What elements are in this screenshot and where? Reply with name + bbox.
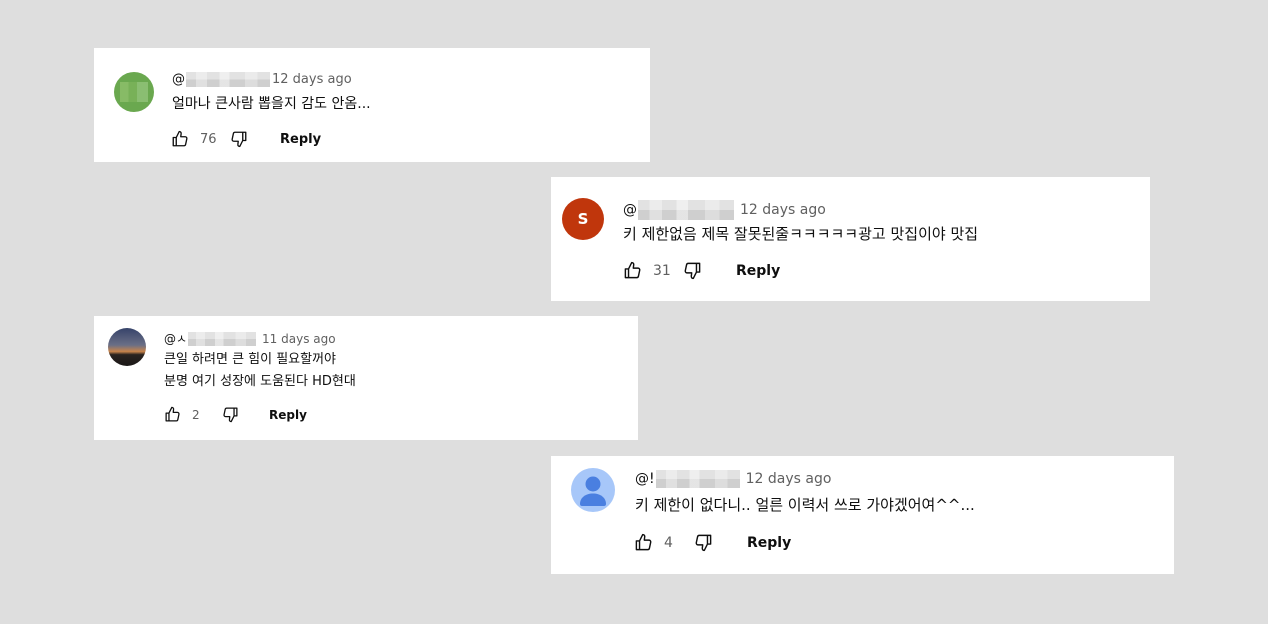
like-count: 2	[192, 407, 200, 422]
redacted-username	[638, 200, 734, 220]
comment-header: @ 12 days ago	[623, 200, 826, 220]
timestamp[interactable]: 12 days ago	[740, 202, 826, 218]
dislike-button[interactable]	[694, 533, 713, 552]
comment-line: 얼마나 큰사람 뽑을지 감도 안옴...	[172, 96, 371, 112]
redacted-username	[655, 470, 740, 488]
author-handle[interactable]: @ㅅ	[164, 330, 187, 347]
avatar[interactable]	[571, 468, 615, 512]
comment-actions: 76 Reply	[171, 130, 321, 148]
avatar-letter: S	[577, 210, 589, 228]
thumbs-up-icon	[165, 406, 180, 422]
default-user-icon	[580, 476, 606, 506]
thumbs-down-icon	[231, 131, 247, 148]
timestamp[interactable]: 12 days ago	[272, 72, 352, 87]
comment-text: 얼마나 큰사람 뽑을지 감도 안옴...	[172, 93, 371, 115]
like-button[interactable]	[171, 130, 189, 148]
comment-header: @! 12 days ago	[635, 470, 831, 488]
comment-actions: 31 Reply	[623, 261, 780, 280]
thumbs-up-icon	[624, 261, 641, 279]
thumbs-down-icon	[223, 407, 238, 423]
comment-header: @ㅅ 11 days ago	[164, 330, 336, 347]
author-handle[interactable]: @!	[635, 471, 655, 487]
redacted-username	[188, 331, 257, 346]
avatar[interactable]	[108, 328, 146, 366]
thumbs-up-icon	[172, 130, 188, 147]
comment-text: 키 제한없음 제목 잘못된줄ㅋㅋㅋㅋㅋ광고 맛집이야 맛집	[623, 223, 978, 245]
like-button[interactable]	[623, 261, 642, 280]
reply-button[interactable]: Reply	[269, 408, 307, 422]
dislike-button[interactable]	[222, 406, 239, 423]
comment-line: 분명 여기 성장에 도움된다 HD현대	[164, 374, 356, 389]
comment-card: @ㅅ 11 days ago 큰일 하려면 큰 힘이 필요할꺼야 분명 여기 성…	[94, 316, 638, 440]
avatar-blur	[120, 82, 148, 102]
comment-line: 키 제한없음 제목 잘못된줄ㅋㅋㅋㅋㅋ광고 맛집이야 맛집	[623, 225, 979, 243]
avatar[interactable]	[114, 72, 154, 112]
comment-actions: 4 Reply	[634, 533, 791, 552]
author-handle[interactable]: @	[623, 202, 637, 218]
like-button[interactable]	[634, 533, 653, 552]
comment-actions: 2 Reply	[164, 406, 307, 423]
comment-card: @! 12 days ago 키 제한이 없다니.. 얼른 이력서 쓰로 가야겠…	[551, 456, 1174, 574]
dislike-button[interactable]	[230, 130, 248, 148]
comment-card: @ 12 days ago 얼마나 큰사람 뽑을지 감도 안옴... 76 Re…	[94, 48, 650, 162]
comment-text: 키 제한이 없다니.. 얼른 이력서 쓰로 가야겠어여^^...	[635, 494, 975, 516]
reply-button[interactable]: Reply	[736, 263, 780, 279]
comment-line: 키 제한이 없다니.. 얼른 이력서 쓰로 가야겠어여^^...	[635, 496, 975, 514]
thumbs-down-icon	[684, 262, 701, 280]
redacted-username	[186, 72, 270, 87]
author-handle[interactable]: @	[172, 72, 185, 87]
comment-line: 큰일 하려면 큰 힘이 필요할꺼야	[164, 352, 337, 367]
like-count: 4	[664, 534, 673, 551]
like-count: 76	[200, 131, 217, 147]
dislike-button[interactable]	[683, 261, 702, 280]
thumbs-up-icon	[635, 533, 652, 551]
thumbs-down-icon	[695, 534, 712, 552]
reply-button[interactable]: Reply	[747, 535, 791, 551]
like-button[interactable]	[164, 406, 181, 423]
avatar[interactable]: S	[562, 198, 604, 240]
comment-card: S @ 12 days ago 키 제한없음 제목 잘못된줄ㅋㅋㅋㅋㅋ광고 맛집…	[551, 177, 1150, 301]
comment-text: 큰일 하려면 큰 힘이 필요할꺼야 분명 여기 성장에 도움된다 HD현대	[164, 349, 356, 393]
like-count: 31	[653, 262, 671, 279]
timestamp[interactable]: 11 days ago	[262, 332, 336, 346]
reply-button[interactable]: Reply	[280, 132, 321, 147]
timestamp[interactable]: 12 days ago	[746, 471, 832, 487]
comment-header: @ 12 days ago	[172, 72, 352, 87]
